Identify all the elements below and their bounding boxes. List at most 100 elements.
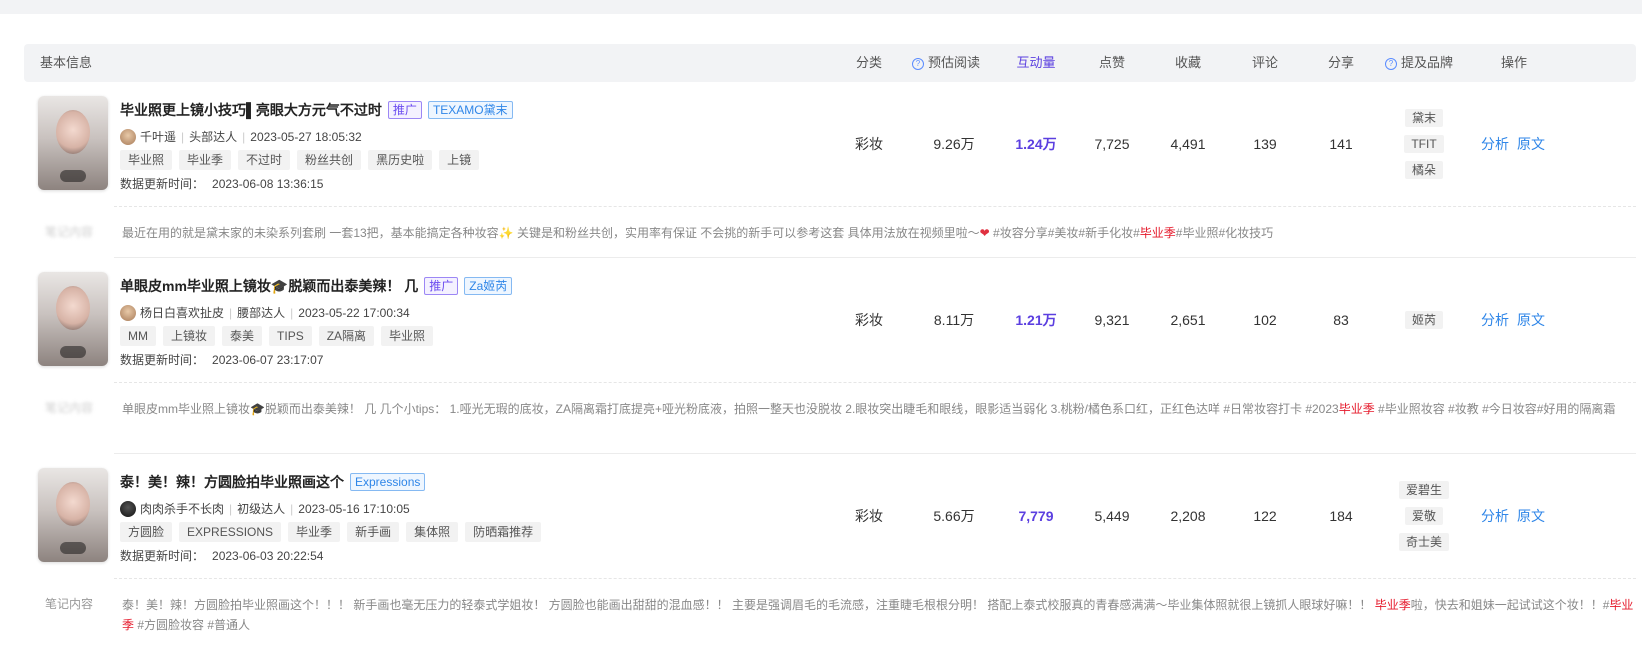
tag: 黑历史啦 — [368, 150, 433, 170]
tag: 上镜妆 — [163, 326, 216, 346]
tag: ZA隔离 — [318, 326, 375, 346]
favs-cell: 2,651 — [1170, 312, 1206, 328]
help-icon[interactable]: ? — [911, 58, 924, 70]
brand-badge[interactable]: TEXAMO黛末 — [427, 101, 513, 119]
tag: 毕业季 — [288, 522, 341, 542]
comments-cell: 102 — [1253, 312, 1277, 328]
comments-cell: 122 — [1253, 508, 1277, 524]
post-title[interactable]: 单眼皮mm毕业照上镜妆🎓脱颖而出泰美辣！ 几推广 Za姬芮 — [120, 276, 513, 296]
category-cell: 彩妆 — [855, 508, 883, 524]
note-content-row: 笔记内容 单眼皮mm毕业照上镜妆🎓脱颖而出泰美辣！ 几 几个小tips： 1.哑… — [45, 382, 1636, 454]
analyze-link[interactable]: 分析 — [1481, 312, 1509, 328]
tag: 防晒霜推荐 — [465, 522, 542, 542]
original-link[interactable]: 原文 — [1517, 508, 1545, 524]
table-row: 单眼皮mm毕业照上镜妆🎓脱颖而出泰美辣！ 几推广 Za姬芮 杨日白喜欢扯皮 | 腰部达… — [24, 258, 1636, 382]
category-cell: 彩妆 — [855, 312, 883, 328]
post-title-text: 毕业照更上镜小技巧▌亮眼大方元气不过时 — [120, 102, 382, 118]
avatar[interactable] — [120, 305, 136, 321]
reads-cell: 9.26万 — [933, 136, 975, 152]
note-content-text: 泰！美！辣！方圆脸拍毕业照画这个！！！ 新手画也毫无压力的轻泰式学姐妆！ 方圆脸… — [122, 595, 1636, 635]
author-name[interactable]: 杨日白喜欢扯皮 — [140, 306, 224, 320]
update-time: 数据更新时间： 2023-06-07 23:17:07 — [120, 351, 323, 368]
divider: | — [229, 502, 233, 516]
header-basic-info: 基本信息 — [40, 55, 93, 70]
brand-badge[interactable]: Expressions — [350, 473, 426, 491]
header-brands: ? 提及品牌 — [1374, 44, 1464, 82]
header-shares[interactable]: 分享 — [1313, 44, 1369, 82]
post-thumbnail[interactable] — [38, 468, 108, 562]
avatar[interactable] — [120, 129, 136, 145]
interact-cell: 1.21万 — [1015, 312, 1057, 328]
update-time-value: 2023-06-03 20:22:54 — [212, 549, 324, 563]
post-thumbnail[interactable] — [38, 272, 108, 366]
header-comments[interactable]: 评论 — [1237, 44, 1293, 82]
ops-cell: 分析 原文 — [1481, 82, 1545, 206]
author-level: 初级达人 — [237, 502, 286, 516]
tag: 毕业照 — [381, 326, 434, 346]
brand-chip: 黛末 — [1404, 109, 1443, 127]
original-link[interactable]: 原文 — [1517, 312, 1545, 328]
content-part: #方圆脸妆容 #普通人 — [134, 618, 251, 632]
original-link[interactable]: 原文 — [1517, 136, 1545, 152]
brand-chip: 爱碧生 — [1398, 481, 1449, 499]
help-icon[interactable]: ? — [1384, 58, 1397, 70]
brand-badge[interactable]: Za姬芮 — [464, 277, 513, 295]
header-reads-label: 预估阅读 — [927, 55, 980, 70]
divider: | — [242, 130, 246, 144]
post-date: 2023-05-16 17:10:05 — [298, 502, 410, 516]
favs-cell: 4,491 — [1170, 136, 1206, 152]
author-name[interactable]: 肉肉杀手不长肉 — [140, 502, 224, 516]
post-title-text: 泰！美！辣！方圆脸拍毕业照画这个 — [120, 474, 344, 490]
ops-cell: 分析 原文 — [1481, 454, 1545, 578]
keyword-highlight: 毕业季 — [1374, 598, 1411, 612]
tag: 粉丝共创 — [297, 150, 362, 170]
header-brands-label: 提及品牌 — [1400, 55, 1453, 70]
brands-cell: 姬芮 — [1394, 258, 1454, 382]
header-likes[interactable]: 点赞 — [1084, 44, 1140, 82]
notes-table: 基本信息 分类 ? 预估阅读 互动量 点赞 收藏 评论 分享 ? 提及品牌 操作 毕… — [24, 44, 1636, 649]
analyze-link[interactable]: 分析 — [1481, 136, 1509, 152]
brand-chip: TFIT — [1404, 135, 1444, 153]
tag: 方圆脸 — [120, 522, 173, 542]
tag: 毕业季 — [179, 150, 232, 170]
content-part: #妆容分享#美妆#新手化妆# — [989, 226, 1140, 240]
update-time-label: 数据更新时间： — [120, 177, 205, 191]
note-content-text: 单眼皮mm毕业照上镜妆🎓脱颖而出泰美辣！ 几 几个小tips： 1.哑光无瑕的底… — [122, 399, 1636, 419]
post-title[interactable]: 泰！美！辣！方圆脸拍毕业照画这个 Expressions — [120, 472, 426, 492]
post-title-text: 单眼皮mm毕业照上镜妆🎓脱颖而出泰美辣！ 几 — [120, 278, 419, 294]
tag: 新手画 — [347, 522, 400, 542]
divider: | — [290, 502, 294, 516]
header-reads[interactable]: ? 预估阅读 — [906, 44, 986, 82]
shares-cell: 83 — [1333, 312, 1349, 328]
header-category[interactable]: 分类 — [844, 44, 894, 82]
likes-cell: 7,725 — [1094, 136, 1130, 152]
note-content-row: 笔记内容 泰！美！辣！方圆脸拍毕业照画这个！！！ 新手画也毫无压力的轻泰式学姐妆… — [45, 578, 1636, 649]
author-line: 千叶遥 | 头部达人 | 2023-05-27 18:05:32 — [120, 128, 362, 145]
tag: TIPS — [269, 326, 312, 346]
author-name[interactable]: 千叶遥 — [140, 130, 176, 144]
tag: MM — [120, 326, 156, 346]
update-time: 数据更新时间： 2023-06-03 20:22:54 — [120, 547, 323, 564]
play-icon — [60, 170, 86, 182]
shares-cell: 184 — [1329, 508, 1353, 524]
analyze-link[interactable]: 分析 — [1481, 508, 1509, 524]
header-favs[interactable]: 收藏 — [1160, 44, 1216, 82]
author-level: 头部达人 — [189, 130, 238, 144]
post-thumbnail[interactable] — [38, 96, 108, 190]
avatar[interactable] — [120, 501, 136, 517]
category-cell: 彩妆 — [855, 136, 883, 152]
update-time: 数据更新时间： 2023-06-08 13:36:15 — [120, 175, 323, 192]
post-date: 2023-05-27 18:05:32 — [250, 130, 362, 144]
interact-cell: 1.24万 — [1015, 136, 1057, 152]
header-interact[interactable]: 互动量 — [1006, 44, 1066, 82]
update-time-value: 2023-06-08 13:36:15 — [212, 177, 324, 191]
thumbnail-face — [56, 482, 90, 526]
content-part: 关键是和粉丝共创，实用率有保证 不会挑的新手可以参考这套 具体用法放在视频里啦～ — [513, 226, 980, 240]
comments-cell: 139 — [1253, 136, 1277, 152]
top-bar — [0, 0, 1642, 14]
post-date: 2023-05-22 17:00:34 — [298, 306, 410, 320]
post-title[interactable]: 毕业照更上镜小技巧▌亮眼大方元气不过时 推广 TEXAMO黛末 — [120, 100, 513, 120]
content-part: 最近在用的就是黛末家的未染系列套刷 一套13把，基本能搞定各种妆容 — [122, 226, 499, 240]
favs-cell: 2,208 — [1170, 508, 1206, 524]
content-part: #毕业照#化妆技巧 — [1175, 226, 1274, 240]
